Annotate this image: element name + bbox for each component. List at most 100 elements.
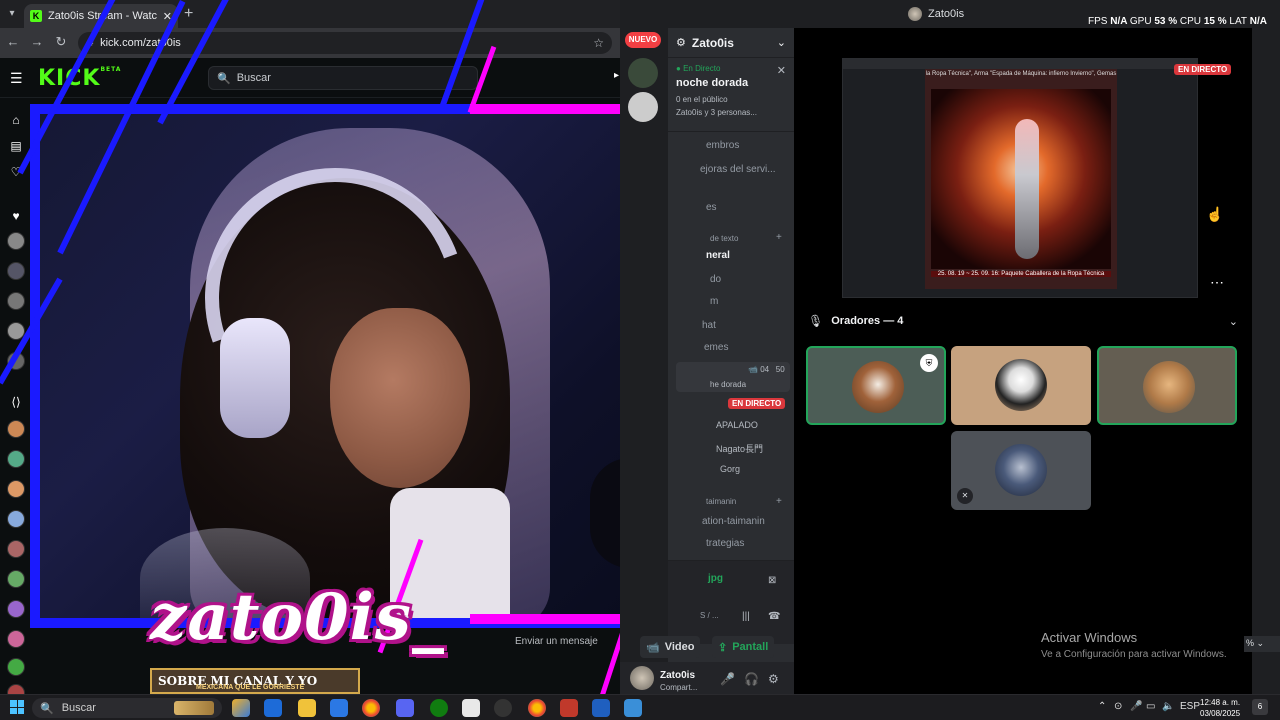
tab-list-button[interactable]: ▾ xyxy=(4,6,20,22)
gear-icon[interactable]: ⚙ xyxy=(768,672,779,686)
add-channel-icon[interactable]: + xyxy=(776,496,782,507)
voice-user[interactable]: APALADO xyxy=(716,420,758,430)
user-status: Compart... xyxy=(660,683,698,692)
channel-category[interactable]: taimanin xyxy=(706,497,736,506)
recommended-channel-avatar[interactable] xyxy=(7,510,25,528)
app-icon[interactable] xyxy=(624,699,642,717)
start-button[interactable] xyxy=(10,700,24,714)
obs-icon[interactable] xyxy=(494,699,512,717)
voice-user[interactable]: Gorg xyxy=(720,464,740,474)
speaker-tile[interactable]: ⛨ xyxy=(806,346,946,425)
language-indicator[interactable]: ESP xyxy=(1180,701,1200,712)
microphone-icon[interactable]: 🎤 xyxy=(720,672,735,686)
voice-channel-item[interactable]: he dorada 📹 04 50 xyxy=(676,362,790,392)
chrome-profile-icon[interactable] xyxy=(528,699,546,717)
more-options-icon[interactable]: ⋯ xyxy=(1210,274,1224,291)
voice-user[interactable]: Nagato長門 xyxy=(716,442,763,455)
clock[interactable]: 12:48 a. m. 03/08/2025 xyxy=(1200,697,1240,719)
speaker-tile[interactable]: ✕ xyxy=(951,431,1091,510)
chat-input[interactable]: Enviar un mensaje xyxy=(515,636,598,647)
app-icon[interactable] xyxy=(592,699,610,717)
live-event-card[interactable]: En Directo noche dorada 0 en el público … xyxy=(668,60,794,132)
forward-button[interactable]: → xyxy=(28,34,46,49)
speaker-tile[interactable] xyxy=(1097,346,1237,425)
volume-icon[interactable]: 🔈 xyxy=(1162,701,1174,712)
zoom-dropdown[interactable]: % ⌄ xyxy=(1244,636,1280,652)
video-button[interactable]: 📹 Video xyxy=(640,636,701,658)
recommended-channel-avatar[interactable] xyxy=(7,600,25,618)
new-tab-button[interactable]: + xyxy=(184,5,193,23)
browse-icon[interactable]: ▤ xyxy=(8,138,24,154)
soundboard-icon[interactable]: ||| xyxy=(742,611,750,622)
headphones-icon[interactable]: 🎧 xyxy=(744,672,759,686)
store-icon[interactable] xyxy=(330,699,348,717)
screen-share-view[interactable]: la Ropa Técnica", Arma "Espada de Máquin… xyxy=(842,58,1198,298)
activation-subtitle: Ve a Configuración para activar Windows. xyxy=(1041,649,1227,660)
screenshare-stop-icon[interactable]: ⊠ xyxy=(768,575,776,586)
recommended-channel-avatar[interactable] xyxy=(7,420,25,438)
channel-item[interactable]: do xyxy=(710,274,721,285)
kick-sidebar: ⌂ ▤ ♡ ♥ ⟨⟩ xyxy=(0,98,32,702)
hamburger-menu-icon[interactable]: ☰ xyxy=(10,70,23,87)
channel-item[interactable]: ejoras del servi... xyxy=(700,164,776,175)
channel-item[interactable]: embros xyxy=(706,140,739,151)
copilot-icon[interactable] xyxy=(232,699,250,717)
reload-button[interactable]: ↻ xyxy=(52,34,70,50)
recommended-channel-avatar[interactable] xyxy=(7,540,25,558)
channel-item[interactable]: es xyxy=(706,202,717,213)
recommended-channel-avatar[interactable] xyxy=(7,630,25,648)
channel-item[interactable]: m xyxy=(710,296,718,307)
disconnect-icon[interactable]: ☎ xyxy=(768,611,780,622)
stream-video[interactable] xyxy=(30,108,710,628)
tray-app-icon[interactable]: ⊙ xyxy=(1114,701,1122,712)
search-placeholder: Buscar xyxy=(236,72,271,84)
channel-category[interactable]: de texto xyxy=(710,234,738,243)
xbox-icon[interactable] xyxy=(430,699,448,717)
recommended-channel-avatar[interactable] xyxy=(7,658,25,676)
notepad-icon[interactable] xyxy=(462,699,480,717)
avatar[interactable] xyxy=(630,666,654,690)
chrome-icon[interactable] xyxy=(362,699,380,717)
bookmark-star-icon[interactable]: ☆ xyxy=(593,36,604,50)
kick-logo[interactable]: KICKBETA xyxy=(38,66,121,91)
more-icon[interactable]: ▸ xyxy=(614,70,619,81)
close-icon[interactable]: ✕ xyxy=(777,64,786,77)
followed-channel-avatar[interactable] xyxy=(7,262,25,280)
home-icon[interactable]: ⌂ xyxy=(8,112,24,128)
channel-item[interactable]: hat xyxy=(702,320,716,331)
channel-item[interactable]: neral xyxy=(706,250,730,261)
recommended-icon[interactable]: ⟨⟩ xyxy=(8,394,24,410)
recommended-channel-avatar[interactable] xyxy=(7,480,25,498)
winrar-icon[interactable] xyxy=(560,699,578,717)
microphone-icon[interactable]: 🎤 xyxy=(1130,701,1142,712)
network-icon[interactable]: ▭ xyxy=(1146,701,1155,712)
channel-item[interactable]: trategias xyxy=(706,538,744,549)
favorites-icon[interactable]: ♥ xyxy=(8,208,24,224)
channel-item[interactable]: emes xyxy=(704,342,728,353)
taskbar-search[interactable]: 🔍 Buscar xyxy=(32,698,222,718)
server-icon[interactable] xyxy=(628,58,658,88)
speakers-header[interactable]: 🎙 Oradores — 4 ⌄ xyxy=(808,314,1238,328)
edge-icon[interactable] xyxy=(264,699,282,717)
voice-connected-sub: S / ... xyxy=(700,611,719,620)
screen-share-button[interactable]: ⇪ Pantall xyxy=(712,636,775,658)
file-explorer-icon[interactable] xyxy=(298,699,316,717)
show-hidden-icons-icon[interactable]: ⌃ xyxy=(1098,701,1106,712)
recommended-channel-avatar[interactable] xyxy=(7,450,25,468)
discord-icon[interactable] xyxy=(396,699,414,717)
windows-taskbar: 🔍 Buscar ⌃ ⊙ 🎤 ▭ 🔈 ESP 12:48 a. m. 03/08… xyxy=(0,694,1280,720)
back-button[interactable]: ← xyxy=(4,34,22,49)
notification-count[interactable]: 6 xyxy=(1252,699,1268,715)
recommended-channel-avatar[interactable] xyxy=(7,570,25,588)
url-text: kick.com/zato0is xyxy=(100,37,181,49)
channel-item[interactable]: ation-taimanin xyxy=(702,516,765,527)
server-icon[interactable] xyxy=(628,92,658,122)
kick-search-input[interactable]: 🔍 Buscar xyxy=(208,66,478,90)
followed-channel-avatar[interactable] xyxy=(7,232,25,250)
server-list xyxy=(620,28,668,694)
followed-channel-avatar[interactable] xyxy=(7,292,25,310)
add-channel-icon[interactable]: + xyxy=(776,232,782,243)
chevron-down-icon[interactable]: ⌄ xyxy=(1229,315,1238,328)
speaker-tile[interactable] xyxy=(951,346,1091,425)
server-header[interactable]: ⚙ Zato0is ⌄ xyxy=(668,28,794,58)
